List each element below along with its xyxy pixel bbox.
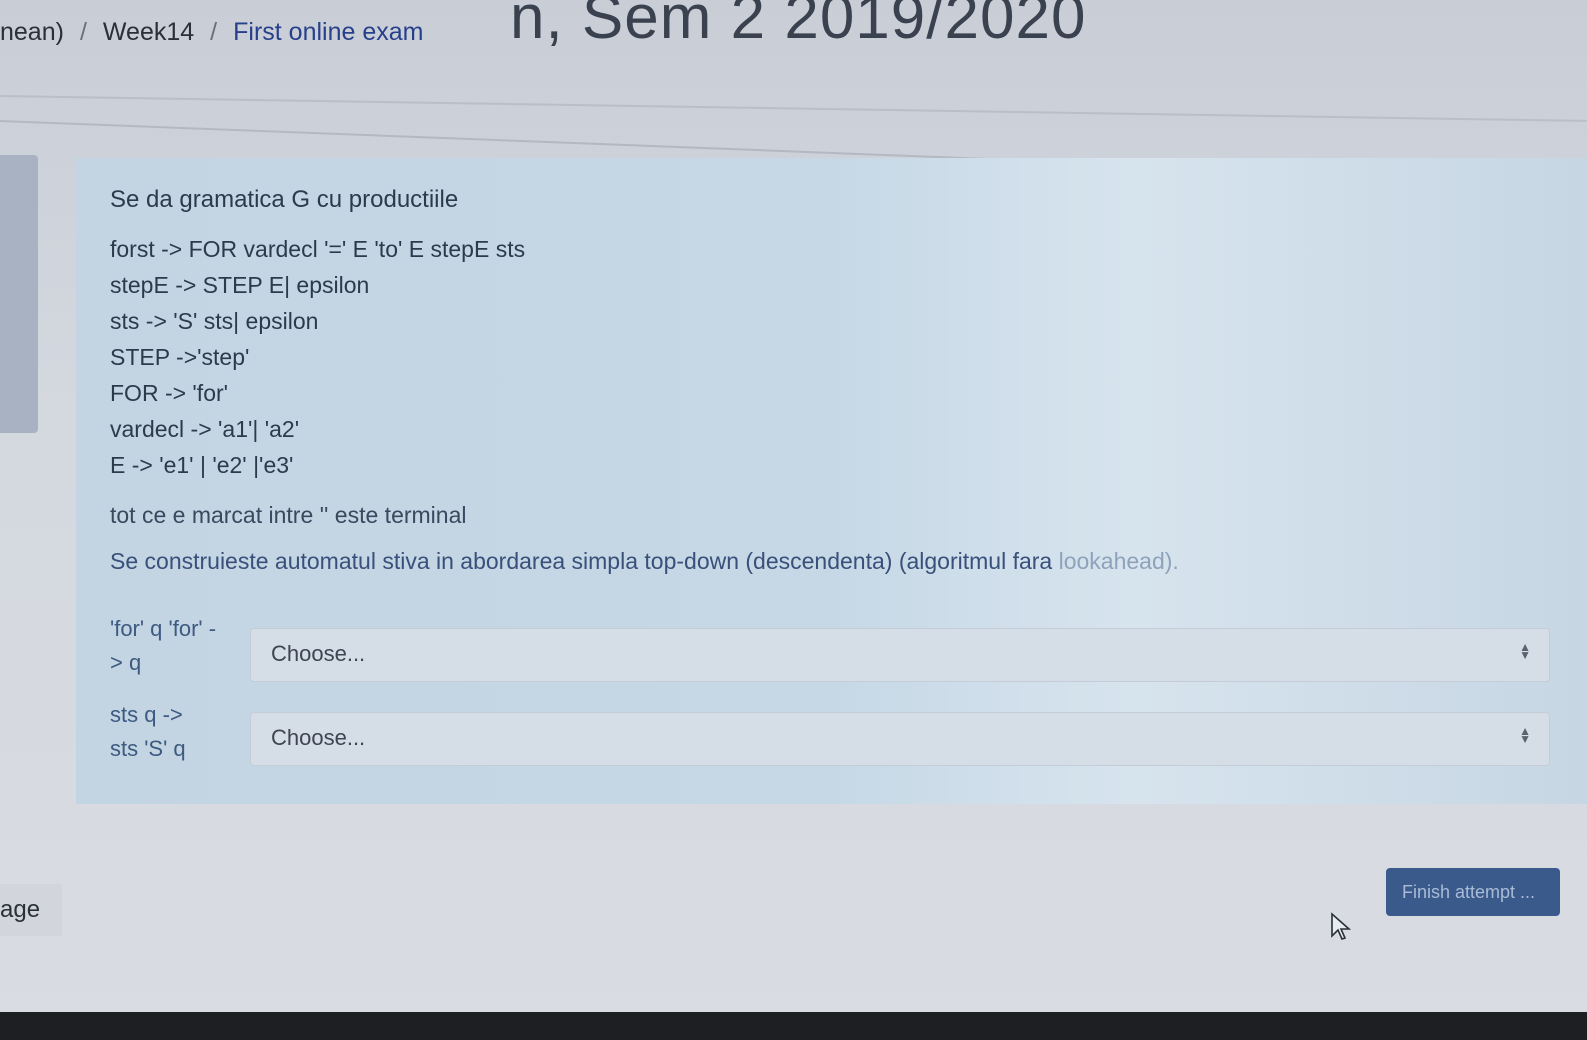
screen-bezel [0,1012,1587,1040]
production-rule: vardecl -> 'a1'| 'a2' [110,416,300,442]
finish-attempt-button[interactable]: Finish attempt ... [1386,868,1560,916]
answer-select[interactable]: Choose... ▲ ▼ [250,628,1550,682]
question-description: Se construieste automatul stiva in abord… [110,548,1179,575]
production-rule: stepE -> STEP E| epsilon [110,272,370,298]
production-rule: FOR -> 'for' [110,380,229,406]
breadcrumb-item-exam[interactable]: First online exam [233,18,423,46]
mouse-cursor-icon [1331,912,1352,940]
select-value: Choose... [271,725,366,750]
description-text-faded: lookahead). [1058,548,1179,574]
breadcrumb: nean) / Week14 / First online exam [0,18,423,47]
match-label-line: 'for' q 'for' - [110,616,217,641]
select-arrows-icon: ▲ ▼ [1519,724,1531,746]
select-arrows-icon: ▲ ▼ [1519,640,1531,662]
production-rule: sts -> 'S' sts| epsilon [110,308,319,334]
match-label-line: > q [110,650,142,675]
breadcrumb-separator: / [210,18,218,46]
production-rule: STEP ->'step' [110,344,250,370]
answer-select[interactable]: Choose... ▲ ▼ [250,712,1550,766]
match-label: sts q -> sts 'S' q [110,698,240,766]
question-info-block [0,155,38,433]
divider [0,95,1587,122]
breadcrumb-item-course[interactable]: nean) [0,18,64,46]
terminal-note: tot ce e marcat intre '' este terminal [110,502,467,528]
page-nav-label[interactable]: age [0,884,62,936]
match-label-line: sts q -> [110,702,183,727]
select-value: Choose... [271,641,366,666]
breadcrumb-separator: / [79,18,87,46]
question-intro: Se da gramatica G cu productiile [110,186,459,213]
production-rule: forst -> FOR vardecl '=' E 'to' E stepE … [110,236,526,262]
page-title: n, Sem 2 2019/2020 [510,0,1087,52]
match-label: 'for' q 'for' - > q [110,612,240,680]
match-label-line: sts 'S' q [110,736,186,761]
production-rule: E -> 'e1' | 'e2' |'e3' [110,452,294,478]
breadcrumb-item-week[interactable]: Week14 [103,18,194,46]
description-text: Se construieste automatul stiva in abord… [110,548,1059,574]
